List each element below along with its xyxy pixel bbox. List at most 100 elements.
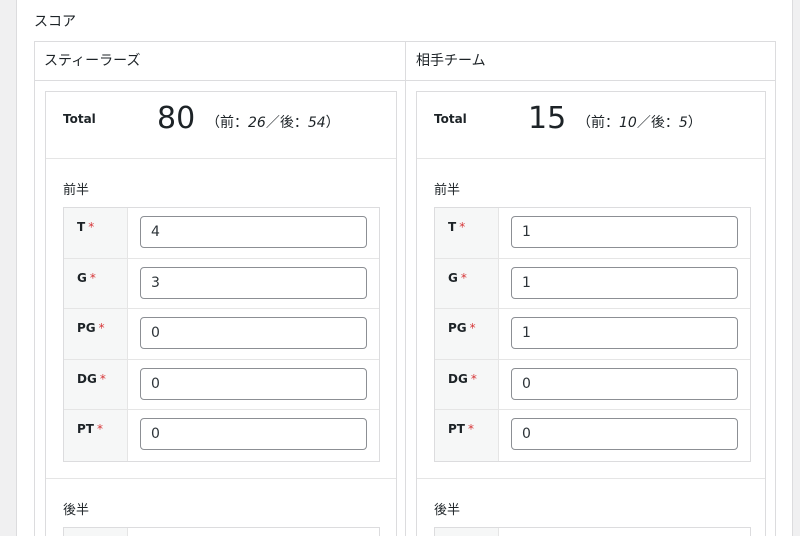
field-label: G [77,270,87,285]
score-input[interactable] [511,216,738,248]
team-name: スティーラーズ [35,42,405,81]
score-row: G * [64,258,379,309]
second-half-title: 後半 [63,503,90,518]
score-input-cell [128,208,379,258]
first-half-section: 前半 T* G* PG* DG* PT* [46,159,396,479]
score-input-cell [128,410,379,461]
breakdown-separator: ／後： [265,115,308,131]
score-input[interactable] [140,216,367,248]
score-label-cell: PT * [64,410,128,461]
required-asterisk: * [469,321,476,335]
required-asterisk: * [470,371,477,386]
score-input-cell [499,208,750,258]
first-half-title: 前半 [63,183,90,198]
breakdown-open: （前： [577,115,619,131]
score-label-cell: DG * [64,359,128,409]
field-label: T [448,220,457,234]
team-name: 相手チーム [406,42,776,81]
required-asterisk: * [89,270,96,285]
required-asterisk: * [96,422,103,436]
score-label-cell: G * [64,258,128,308]
score-label-cell: T * [435,208,499,258]
score-input-cell [128,309,379,359]
breakdown-separator: ／後： [636,115,679,131]
second-half-score-grid [63,527,380,536]
score-label-cell [435,528,499,536]
score-row: DG * [435,359,750,410]
score-label-cell: PT * [435,410,499,461]
score-input[interactable] [511,367,738,400]
score-input-cell [499,259,750,309]
required-asterisk: * [99,371,106,386]
score-panel: スコア スティーラーズ Total 80 （前：26／後：54） 前半 T* G… [16,0,793,536]
score-input[interactable] [511,266,738,299]
section-title: スコア [34,14,76,30]
required-asterisk: * [460,270,467,285]
score-input-cell [499,360,750,410]
score-input[interactable] [140,317,367,349]
required-asterisk: * [467,422,474,436]
required-asterisk: * [459,220,466,234]
score-input-cell [499,410,750,461]
total-label: Total [434,112,467,126]
first-half-total: 10 [619,115,637,131]
required-asterisk: * [88,220,95,234]
breakdown-close: ） [687,115,702,131]
score-row: PT * [64,410,379,461]
team-column: 相手チーム Total 15 （前：10／後：5） 前半 T* G* PG* D… [406,42,776,536]
score-input[interactable] [511,317,738,349]
score-input[interactable] [140,418,367,450]
team-score-box: Total 80 （前：26／後：54） 前半 T* G* PG* DG* PT… [45,91,397,536]
half-breakdown: （前：26／後：54） [206,114,340,132]
team-column: スティーラーズ Total 80 （前：26／後：54） 前半 T* G* PG… [35,42,406,536]
total-score: 15 [528,101,567,136]
second-half-total: 54 [307,115,326,131]
breakdown-open: （前： [206,115,248,131]
second-half-section: 後半 [46,479,396,536]
field-label: DG [77,371,97,386]
score-label-cell [64,528,128,536]
score-label-cell: G * [435,258,499,308]
field-label: T [77,220,86,234]
half-breakdown: （前：10／後：5） [577,114,702,132]
score-label-cell: T * [64,208,128,258]
total-label: Total [63,112,96,126]
field-label: G [448,270,458,285]
score-row: G * [435,258,750,309]
second-half-total: 5 [678,115,688,131]
total-row: Total 80 （前：26／後：54） [46,92,396,159]
teams-table: スティーラーズ Total 80 （前：26／後：54） 前半 T* G* PG… [34,41,776,536]
field-label: PG [448,321,467,335]
total-score: 80 [157,101,196,136]
score-input[interactable] [140,266,367,299]
score-row: PG * [435,309,750,360]
breakdown-close: ） [325,115,340,131]
required-asterisk: * [98,321,105,335]
score-label-cell: PG * [435,309,499,359]
total-row: Total 15 （前：10／後：5） [417,92,765,159]
field-label: PT [77,422,94,436]
score-label-cell: DG * [435,359,499,409]
score-input-cell [128,360,379,410]
score-input-cell [499,309,750,359]
score-row: PG * [64,309,379,360]
field-label: PT [448,422,465,436]
first-half-score-grid: T* G* PG* DG* PT* [63,207,380,462]
first-half-title: 前半 [434,183,461,198]
score-input[interactable] [140,367,367,400]
team-score-box: Total 15 （前：10／後：5） 前半 T* G* PG* DG* PT* [416,91,766,536]
first-half-score-grid: T* G* PG* DG* PT* [434,207,751,462]
score-input-cell [128,259,379,309]
first-half-section: 前半 T* G* PG* DG* PT* [417,159,765,479]
second-half-score-grid [434,527,751,536]
score-row: DG * [64,359,379,410]
score-input[interactable] [511,418,738,450]
score-row: T * [435,208,750,259]
second-half-section: 後半 [417,479,765,536]
score-row: PT * [435,410,750,461]
field-label: DG [448,371,468,386]
field-label: PG [77,321,96,335]
first-half-total: 26 [248,115,266,131]
second-half-title: 後半 [434,503,461,518]
score-row: T * [64,208,379,259]
